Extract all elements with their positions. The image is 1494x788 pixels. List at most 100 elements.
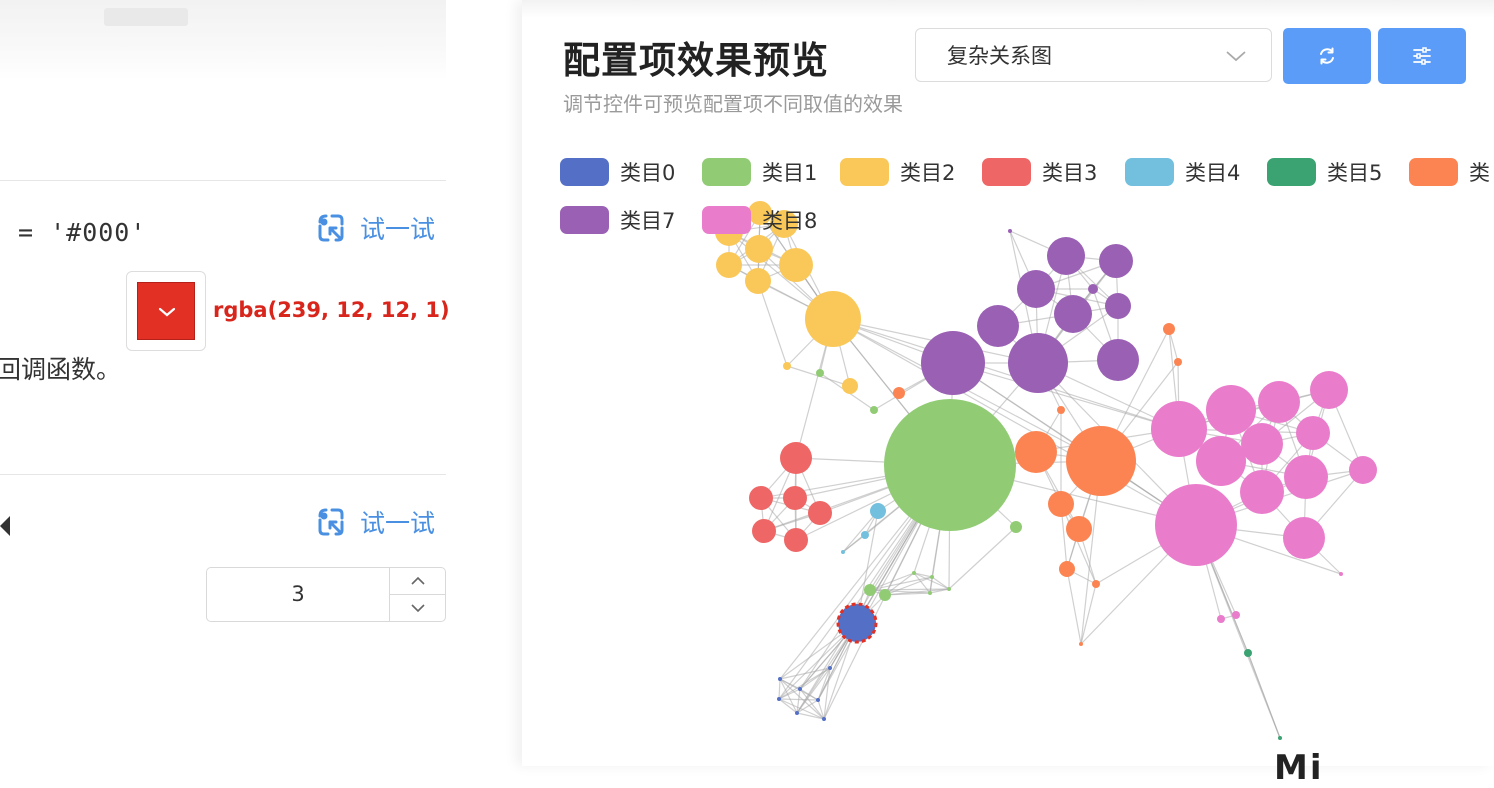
graph-node[interactable] (1296, 416, 1330, 450)
graph-node[interactable] (930, 575, 934, 579)
graph-node[interactable] (1066, 516, 1092, 542)
graph-node[interactable] (1054, 295, 1092, 333)
graph-edge (778, 698, 819, 701)
graph-node[interactable] (912, 571, 916, 575)
legend-item[interactable]: 类目3 (982, 158, 1097, 186)
graph-node[interactable] (784, 528, 808, 552)
stepper-increment-button[interactable] (390, 568, 446, 595)
graph-node[interactable] (805, 291, 861, 347)
graph-node[interactable] (1310, 371, 1348, 409)
graph-node[interactable] (808, 501, 832, 525)
graph-node[interactable] (1066, 426, 1136, 496)
graph-node[interactable] (777, 697, 781, 701)
relation-graph: 类目0 类目1 类目2 类目3 类目4 类目5 类类目7 类目8 (560, 158, 1490, 740)
graph-node[interactable] (1008, 333, 1068, 393)
graph-node[interactable] (841, 550, 845, 554)
chevron-up-icon (411, 576, 425, 585)
graph-node[interactable] (816, 698, 820, 702)
graph-node[interactable] (842, 378, 858, 394)
legend-swatch (1409, 158, 1458, 186)
graph-node[interactable] (1015, 431, 1057, 473)
graph-node[interactable] (879, 589, 891, 601)
graph-node[interactable] (1278, 736, 1282, 740)
graph-node[interactable] (928, 591, 932, 595)
try-it-button-2[interactable]: 试一试 (314, 504, 435, 540)
graph-node[interactable] (1258, 381, 1300, 423)
graph-edge (778, 678, 781, 700)
chevron-down-icon (158, 307, 176, 317)
graph-node[interactable] (884, 399, 1016, 531)
graph-node[interactable] (779, 248, 813, 282)
graph-node[interactable] (1105, 293, 1131, 319)
graph-node[interactable] (1240, 470, 1284, 514)
graph-node[interactable] (749, 486, 773, 510)
graph-node[interactable] (870, 406, 878, 414)
legend-item[interactable]: 类目7 (560, 206, 675, 234)
stepper-decrement-button[interactable] (390, 595, 446, 621)
color-swatch[interactable] (137, 282, 195, 340)
graph-node[interactable] (783, 362, 791, 370)
graph-node[interactable] (1057, 406, 1065, 414)
graph-node[interactable] (1099, 244, 1133, 278)
graph-node[interactable] (752, 519, 776, 543)
graph-node[interactable] (745, 235, 773, 263)
try-it-label: 试一试 (360, 509, 436, 538)
graph-node[interactable] (1155, 484, 1237, 566)
graph-node[interactable] (1284, 455, 1328, 499)
graph-node[interactable] (977, 305, 1019, 347)
graph-node[interactable] (1232, 611, 1240, 619)
graph-node[interactable] (1048, 491, 1074, 517)
graph-node[interactable] (1196, 436, 1246, 486)
legend-item[interactable]: 类目2 (840, 158, 955, 186)
graph-node[interactable] (1339, 572, 1343, 576)
legend-item[interactable]: 类目0 (560, 158, 675, 186)
graph-node[interactable] (816, 369, 824, 377)
graph-node[interactable] (780, 442, 812, 474)
graph-node-selected[interactable] (836, 602, 878, 644)
graph-node[interactable] (1174, 358, 1182, 366)
graph-node[interactable] (864, 584, 876, 596)
legend-swatch (1267, 158, 1316, 186)
graph-node[interactable] (1010, 521, 1022, 533)
stepper-input[interactable]: 3 (207, 568, 389, 621)
graph-node[interactable] (861, 531, 869, 539)
graph-node[interactable] (798, 687, 802, 691)
graph-node[interactable] (1244, 649, 1252, 657)
legend-item[interactable]: 类目1 (702, 158, 817, 186)
graph-node[interactable] (1047, 237, 1085, 275)
graph-node[interactable] (870, 503, 886, 519)
graph-node[interactable] (1241, 423, 1283, 465)
legend-item[interactable]: 类 (1409, 158, 1490, 186)
graph-node[interactable] (1217, 615, 1225, 623)
graph-node[interactable] (1017, 270, 1055, 308)
graph-node[interactable] (783, 486, 807, 510)
graph-node[interactable] (828, 666, 832, 670)
graph-node[interactable] (1092, 580, 1100, 588)
graph-node[interactable] (1079, 642, 1083, 646)
legend-item[interactable]: 类目5 (1267, 158, 1382, 186)
graph-node[interactable] (947, 587, 951, 591)
graph-node[interactable] (745, 268, 771, 294)
graph-node[interactable] (1008, 229, 1012, 233)
graph-node[interactable] (1151, 401, 1207, 457)
graph-node[interactable] (1206, 385, 1256, 435)
graph-node[interactable] (1283, 517, 1325, 559)
legend-item[interactable]: 类目4 (1125, 158, 1240, 186)
graph-node[interactable] (1349, 456, 1377, 484)
color-picker[interactable] (126, 271, 206, 351)
graph-node[interactable] (778, 677, 782, 681)
graph-node[interactable] (893, 387, 905, 399)
graph-node[interactable] (822, 717, 826, 721)
graph-node[interactable] (1163, 323, 1175, 335)
legend-label: 类 (1469, 161, 1490, 185)
try-it-button-1[interactable]: 试一试 (314, 210, 435, 246)
number-stepper[interactable]: 3 (206, 567, 446, 622)
graph-node[interactable] (795, 711, 799, 715)
default-value-code: = '#000' (18, 218, 147, 247)
graph-node[interactable] (921, 331, 985, 395)
graph-node[interactable] (1088, 284, 1098, 294)
graph-node[interactable] (1059, 561, 1075, 577)
bottom-heading: Mi (1274, 748, 1324, 788)
graph-node[interactable] (1097, 339, 1139, 381)
graph-node[interactable] (716, 252, 742, 278)
